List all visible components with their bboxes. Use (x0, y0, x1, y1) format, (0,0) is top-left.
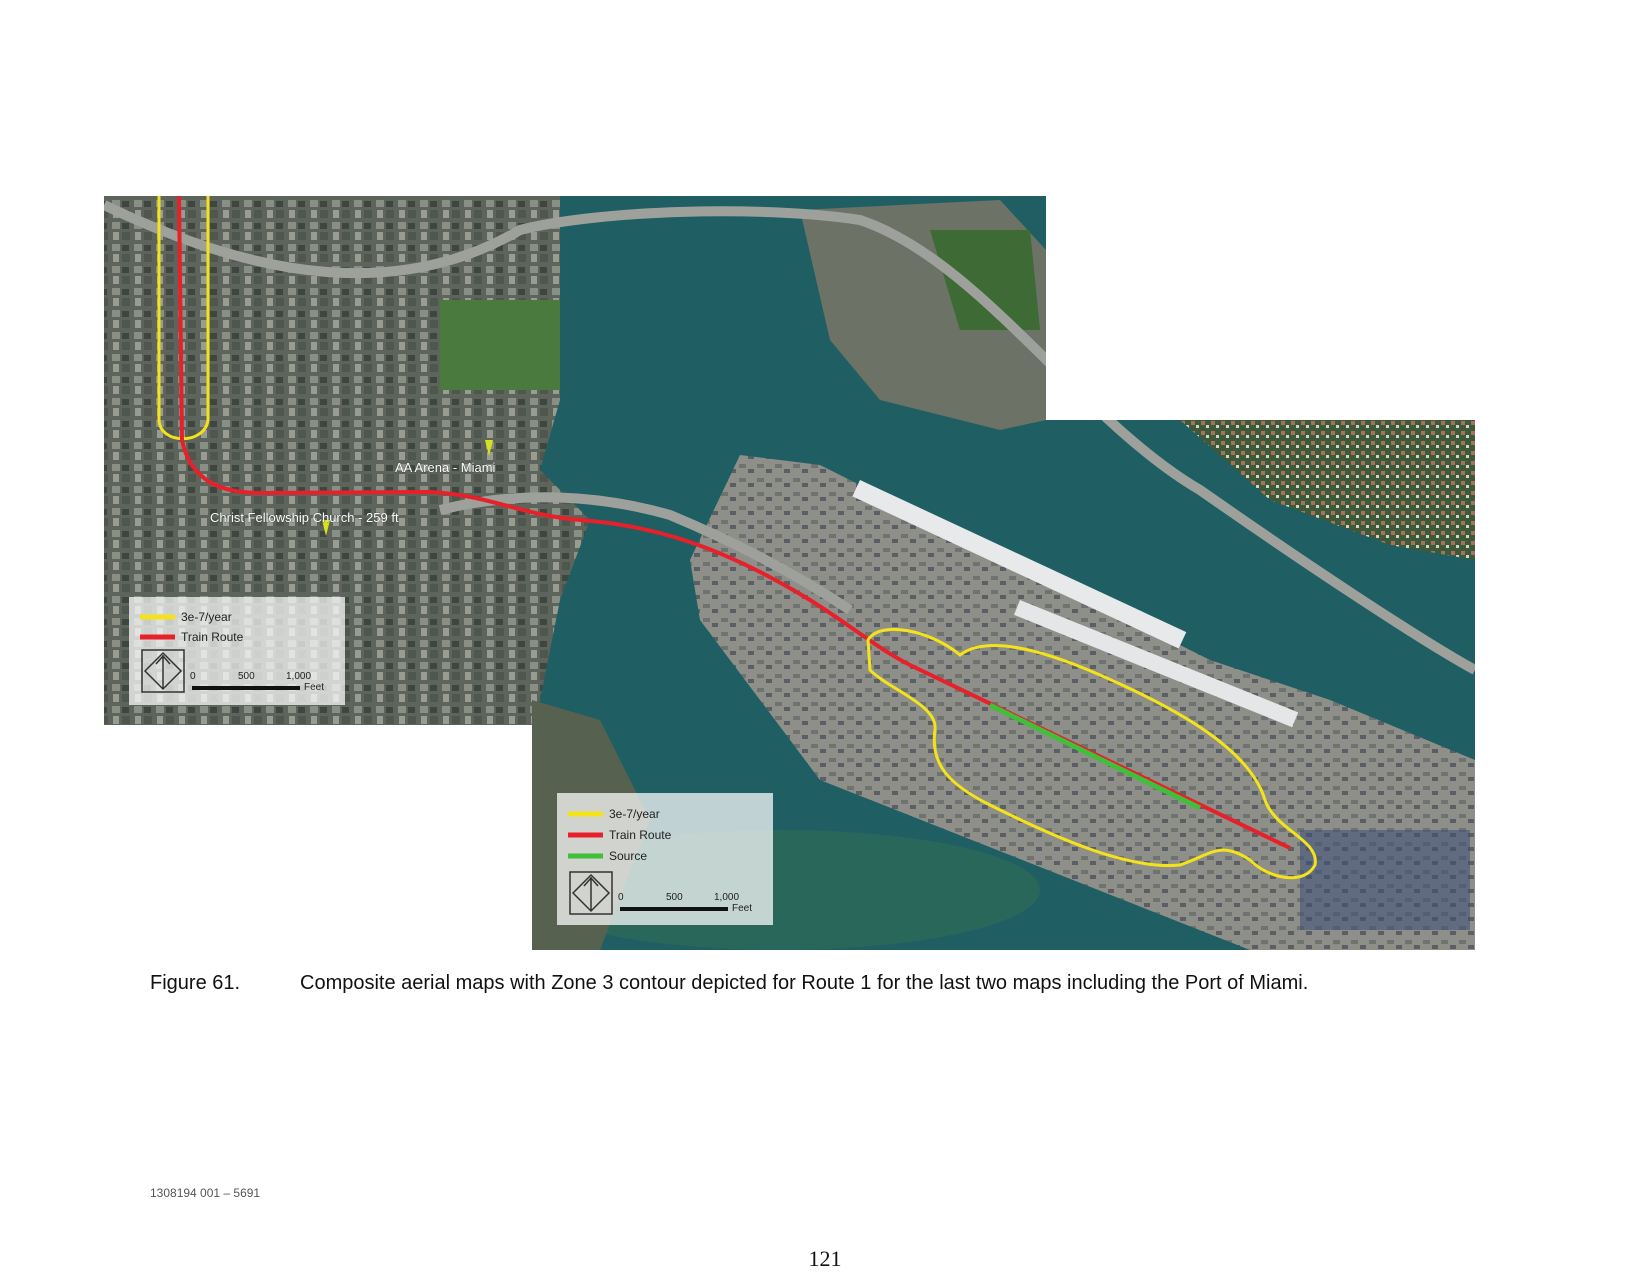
legend-label-contour: 3e-7/year (181, 610, 232, 624)
legend-label-contour: 3e-7/year (609, 807, 660, 821)
legend-label-route: Train Route (181, 630, 244, 644)
composite-aerial-map: AA Arena - Miami Christ Fellowship Churc… (104, 195, 1475, 950)
legend-label-source: Source (609, 849, 647, 863)
aerial-imagery (104, 196, 1475, 950)
scale-tick-0: 0 (618, 892, 624, 903)
park (440, 300, 560, 390)
figure-caption-text: Composite aerial maps with Zone 3 contou… (300, 972, 1309, 994)
scale-tick-500: 500 (238, 671, 255, 682)
scale-tick-1000: 1,000 (286, 671, 311, 682)
legend-upper: 3e-7/year Train Route 0 500 1,000 Feet (129, 597, 345, 705)
arena-label: AA Arena - Miami (395, 460, 496, 475)
church-label: Christ Fellowship Church - 259 ft (210, 510, 399, 525)
scale-unit: Feet (304, 682, 324, 693)
scale-tick-500: 500 (666, 892, 683, 903)
scale-tick-0: 0 (190, 671, 196, 682)
legend-lower: 3e-7/year Train Route Source 0 500 1,000… (557, 793, 773, 925)
page-number: 121 (808, 1246, 842, 1271)
figure-caption: Figure 61. Composite aerial maps with Zon… (150, 972, 1550, 995)
scale-unit: Feet (732, 903, 752, 914)
figure-number: Figure 61. (150, 972, 241, 994)
containers (1300, 830, 1470, 930)
document-id: 1308194 001 – 5691 (150, 1186, 261, 1200)
legend-label-route: Train Route (609, 828, 672, 842)
scale-tick-1000: 1,000 (714, 892, 739, 903)
